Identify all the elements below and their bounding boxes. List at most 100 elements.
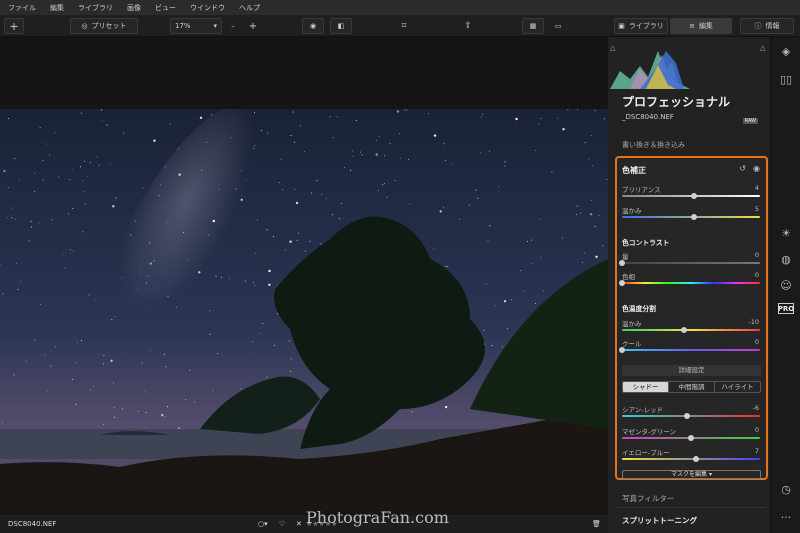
zoom-in-button[interactable]: + xyxy=(247,18,259,34)
photo-filter-section[interactable]: 写真フィルター xyxy=(622,493,674,504)
warmth-value[interactable]: 5 xyxy=(755,205,759,213)
magenta-green-value[interactable]: 0 xyxy=(755,426,759,434)
preset-button[interactable]: ◎ プリセット xyxy=(70,18,138,34)
palette-icon[interactable]: ◍ xyxy=(778,251,794,267)
eye-toggle-icon[interactable]: ◉ xyxy=(753,164,760,173)
star xyxy=(294,141,295,143)
panels-icon[interactable]: ▯▯ xyxy=(778,71,794,87)
slider-handle[interactable] xyxy=(690,193,697,199)
crop-icon[interactable]: ⌗ xyxy=(396,18,412,34)
menu-help[interactable]: ヘルプ xyxy=(239,3,260,13)
vibrance-slider[interactable] xyxy=(622,193,760,199)
cyan-red-label: シアン-レッド xyxy=(622,406,664,414)
layers-icon[interactable]: ◈ xyxy=(778,43,794,59)
rating-circle-icon[interactable]: ○▾ xyxy=(258,520,268,528)
slider-handle[interactable] xyxy=(688,435,694,441)
menu-window[interactable]: ウインドウ xyxy=(190,3,225,13)
zoom-out-button[interactable]: – xyxy=(228,18,238,34)
star xyxy=(245,179,247,181)
menu-image[interactable]: 画像 xyxy=(127,3,141,13)
face-icon[interactable]: ☺ xyxy=(778,277,794,293)
trash-icon[interactable]: 🗑 xyxy=(592,520,601,528)
amount-value[interactable]: 0 xyxy=(755,251,759,259)
tab-shadows[interactable]: シャドー xyxy=(623,382,668,392)
magenta-green-slider[interactable] xyxy=(622,435,760,441)
hue-value[interactable]: 0 xyxy=(755,271,759,279)
star xyxy=(403,109,405,111)
heart-icon[interactable]: ♡ xyxy=(279,520,285,528)
star xyxy=(62,253,64,255)
more-icon[interactable]: ··· xyxy=(778,509,794,525)
photo[interactable] xyxy=(0,109,608,514)
detail-button[interactable]: 詳細設定 xyxy=(622,365,761,376)
star xyxy=(576,213,578,215)
slider-handle[interactable] xyxy=(619,347,625,353)
edit-mask-button[interactable]: マスクを編集 ▾ xyxy=(622,470,761,479)
tab-highlights[interactable]: ハイライト xyxy=(714,382,760,392)
star xyxy=(594,110,596,112)
warmth-slider[interactable] xyxy=(622,214,760,220)
star xyxy=(88,294,90,296)
share-icon[interactable]: ⇪ xyxy=(460,18,476,34)
slider-handle[interactable] xyxy=(692,456,699,462)
single-view-icon[interactable]: ▭ xyxy=(550,18,566,34)
grid-view-icon[interactable]: ▦ xyxy=(522,18,544,34)
star xyxy=(11,217,13,219)
star xyxy=(58,176,60,178)
info-tab[interactable]: ⓘ 情報 xyxy=(740,18,794,34)
reject-icon[interactable]: ✕ xyxy=(296,520,302,528)
star xyxy=(8,118,9,119)
star xyxy=(310,192,312,194)
star xyxy=(75,403,77,405)
color-correction-title[interactable]: 色補正 xyxy=(622,165,646,176)
star xyxy=(34,172,36,174)
eye-icon[interactable]: ◉ xyxy=(302,18,324,34)
vibrance-label: ブリリアンス xyxy=(622,186,661,194)
slider-handle[interactable] xyxy=(619,260,625,266)
split-toning-section[interactable]: スプリットトーニング xyxy=(622,515,697,526)
star xyxy=(452,163,453,165)
slider-handle[interactable] xyxy=(619,280,625,286)
menu-library[interactable]: ライブラリ xyxy=(78,3,113,13)
star xyxy=(290,370,291,372)
library-tab[interactable]: ▣ ライブラリ xyxy=(614,18,668,34)
star xyxy=(206,142,208,143)
yellow-blue-slider[interactable] xyxy=(622,456,760,462)
slider-handle[interactable] xyxy=(683,413,690,419)
overwrite-link[interactable]: 書い換き＆換き込み xyxy=(622,140,685,150)
pro-badge-icon[interactable]: PRO xyxy=(778,303,794,314)
hue-slider[interactable] xyxy=(619,280,760,286)
compare-icon[interactable]: ◧ xyxy=(330,18,352,34)
tab-midtones[interactable]: 中間階調 xyxy=(668,382,714,392)
star xyxy=(254,252,256,254)
star xyxy=(6,217,8,219)
vibrance-value[interactable]: 4 xyxy=(755,184,759,192)
panel-title: プロフェッショナル xyxy=(622,95,731,109)
zoom-select[interactable]: 17% ▾ xyxy=(170,18,222,34)
cyan-red-slider[interactable] xyxy=(622,413,760,419)
star xyxy=(503,423,505,425)
star xyxy=(352,150,354,152)
menu-view[interactable]: ビュー xyxy=(155,3,176,13)
edit-tab[interactable]: ≡ 編集 xyxy=(670,18,732,34)
star xyxy=(14,157,16,159)
cool-slider[interactable] xyxy=(619,347,760,353)
star xyxy=(409,203,411,205)
warm-slider[interactable] xyxy=(622,327,760,333)
sun-icon[interactable]: ☀ xyxy=(778,225,794,241)
cool-value[interactable]: 0 xyxy=(755,338,759,346)
menu-file[interactable]: ファイル xyxy=(8,3,36,13)
star xyxy=(137,410,139,412)
history-icon[interactable]: ◷ xyxy=(778,481,794,497)
star xyxy=(443,143,445,145)
reset-icon[interactable]: ↺ xyxy=(739,164,746,173)
cyan-red-value[interactable]: -6 xyxy=(753,404,759,412)
add-button[interactable]: + xyxy=(4,18,24,34)
star xyxy=(253,281,254,283)
star xyxy=(2,293,4,295)
warm-value[interactable]: -10 xyxy=(748,318,759,326)
menu-edit[interactable]: 編集 xyxy=(50,3,64,13)
contrast-title: 色コントラスト xyxy=(622,239,670,247)
yellow-blue-value[interactable]: 7 xyxy=(755,447,759,455)
amount-slider[interactable] xyxy=(619,260,760,266)
